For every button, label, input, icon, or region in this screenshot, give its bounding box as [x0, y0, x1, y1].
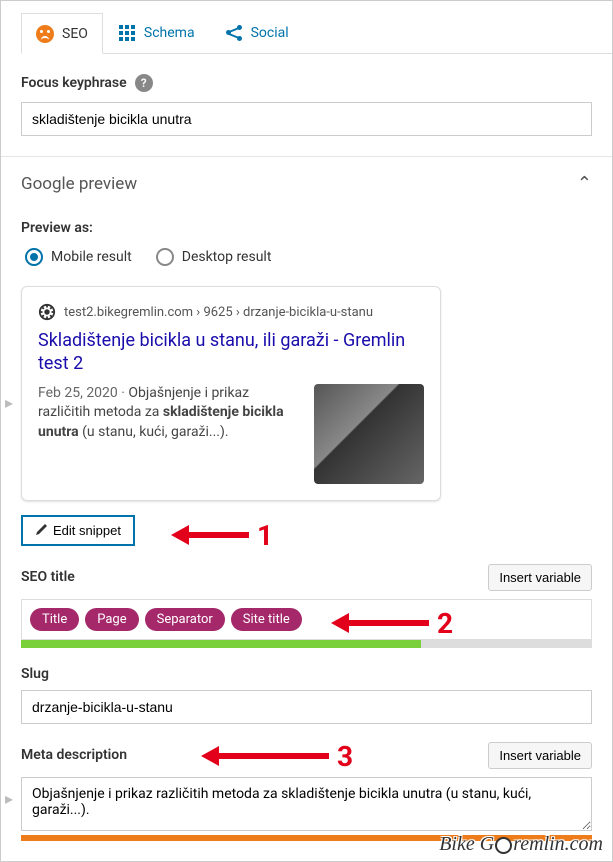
- tab-seo-label: SEO: [62, 26, 88, 42]
- snippet-preview-card[interactable]: test2.bikegremlin.com › 9625 › drzanje-b…: [21, 286, 441, 501]
- favicon-icon: [38, 303, 56, 321]
- pill-separator[interactable]: Separator: [145, 608, 225, 631]
- seo-status-icon: [36, 25, 54, 43]
- radio-mobile-label: Mobile result: [51, 249, 132, 265]
- help-icon[interactable]: ?: [135, 74, 153, 92]
- google-preview-header: Google preview: [21, 174, 137, 194]
- preview-as-label: Preview as:: [21, 220, 592, 236]
- seo-title-label: SEO title: [21, 569, 75, 585]
- caret-right-icon: ▸: [5, 393, 13, 412]
- pill-site-title[interactable]: Site title: [231, 608, 302, 631]
- caret-right-icon: ▸: [5, 789, 13, 808]
- pencil-icon: [35, 524, 47, 536]
- meta-description-label: Meta description: [21, 747, 127, 763]
- annotation-3: 3: [337, 740, 353, 773]
- pill-page[interactable]: Page: [85, 608, 138, 631]
- snippet-title: Skladištenje bicikla u stanu, ili garaži…: [38, 329, 424, 376]
- chevron-up-icon: ⌃: [577, 173, 592, 194]
- annotation-2: 2: [437, 607, 453, 640]
- meta-description-input[interactable]: [21, 777, 592, 831]
- pill-title[interactable]: Title: [30, 608, 79, 631]
- tab-social-label: Social: [251, 25, 289, 41]
- slug-label: Slug: [21, 666, 49, 682]
- seo-title-progress: [21, 640, 592, 648]
- watermark: Bike Gremlin.com: [439, 833, 603, 856]
- tab-schema-label: Schema: [144, 25, 195, 41]
- edit-snippet-button[interactable]: Edit snippet: [21, 515, 135, 546]
- radio-unchecked-icon: [156, 248, 174, 266]
- schema-icon: [118, 24, 136, 42]
- tab-social[interactable]: Social: [210, 13, 304, 53]
- tab-schema[interactable]: Schema: [103, 13, 210, 53]
- radio-desktop-label: Desktop result: [182, 249, 272, 265]
- slug-input[interactable]: [21, 690, 592, 724]
- snippet-thumbnail: [314, 384, 424, 484]
- annotation-1: 1: [257, 519, 273, 552]
- focus-keyphrase-section: Focus keyphrase ?: [1, 54, 612, 156]
- radio-checked-icon: [25, 248, 43, 266]
- insert-variable-button-title[interactable]: Insert variable: [488, 564, 592, 591]
- edit-snippet-label: Edit snippet: [53, 523, 121, 538]
- radio-mobile-result[interactable]: Mobile result: [25, 248, 132, 266]
- share-icon: [225, 24, 243, 42]
- focus-keyphrase-input[interactable]: [21, 102, 592, 136]
- snippet-description: Feb 25, 2020 · Objašnjenje i prikaz razl…: [38, 384, 302, 484]
- tabs: SEO Schema Social: [21, 13, 612, 54]
- insert-variable-button-meta[interactable]: Insert variable: [488, 742, 592, 769]
- focus-keyphrase-label: Focus keyphrase: [21, 75, 127, 91]
- radio-desktop-result[interactable]: Desktop result: [156, 248, 272, 266]
- snippet-url: test2.bikegremlin.com › 9625 › drzanje-b…: [64, 305, 373, 320]
- google-preview-toggle[interactable]: Google preview ⌃: [1, 156, 612, 210]
- seo-title-input[interactable]: Title Page Separator Site title: [21, 599, 592, 640]
- tab-seo[interactable]: SEO: [21, 13, 103, 54]
